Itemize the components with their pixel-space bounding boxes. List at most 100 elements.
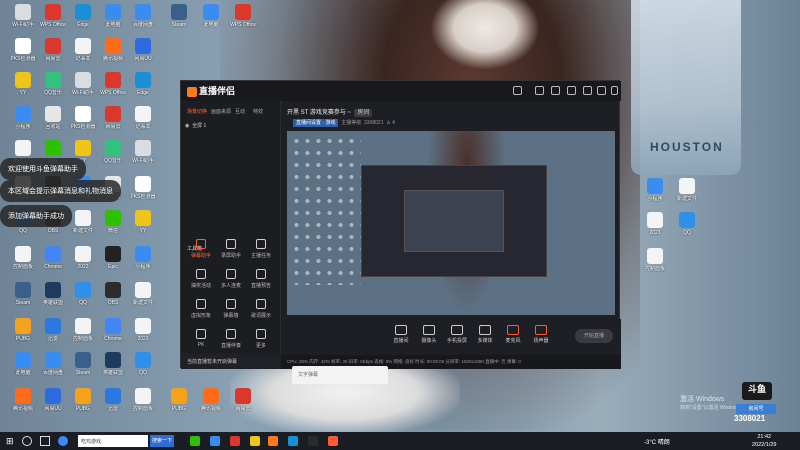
desktop-icon[interactable]: 2023 (640, 212, 670, 236)
browser-icon[interactable] (58, 436, 68, 446)
avatar-icon[interactable] (513, 86, 522, 95)
taskbar-app-icon[interactable] (250, 436, 260, 446)
desktop-icon[interactable]: 小程序 (128, 246, 158, 270)
desktop-icon[interactable]: 控制面板 (8, 246, 38, 270)
tool-item[interactable]: 歌词展示 (249, 299, 273, 319)
tool-item[interactable]: 抽奖活动 (189, 269, 213, 289)
desktop-icon[interactable]: 记事本 (68, 38, 98, 62)
maximize-icon[interactable] (597, 86, 606, 95)
desktop-icon[interactable]: QQ (672, 212, 702, 236)
settings-icon[interactable] (551, 86, 560, 95)
desktop-icon[interactable]: 2023 (68, 246, 98, 270)
desktop-icon[interactable]: 新建文件 (128, 282, 158, 306)
desktop-icon[interactable]: QQ音乐 (38, 72, 68, 96)
desktop-icon[interactable]: 网易云 (98, 106, 128, 130)
desktop-icon[interactable]: Wi-Fi助手 (68, 72, 98, 96)
control-button[interactable]: 直播间 (387, 325, 415, 344)
control-button[interactable]: 扬声器 (527, 325, 555, 344)
tool-item[interactable]: 更多 (249, 329, 273, 349)
desktop-icon[interactable]: 百度网盘 (38, 352, 68, 376)
desktop-icon[interactable]: 2023 (128, 318, 158, 342)
room-title[interactable]: 开黑 ST 游戏竞赛参与 ~ 房间 (287, 107, 373, 117)
desktop-icon[interactable]: QQ音乐 (98, 140, 128, 164)
taskbar-app-icon[interactable] (268, 436, 278, 446)
desktop-icon[interactable]: PUBG (8, 318, 38, 342)
desktop-icon[interactable]: PKS检测器 (128, 176, 158, 200)
control-button[interactable]: 摄像头 (415, 325, 443, 344)
desktop-icon[interactable]: OBS (98, 282, 128, 306)
desktop-icon[interactable]: 网易云 (38, 38, 68, 62)
tab-source[interactable]: 画面来源 (211, 108, 231, 115)
desktop-icon[interactable]: Steam (8, 282, 38, 306)
tab-effects[interactable]: 特效 (253, 108, 263, 115)
desktop-icon[interactable]: 此电脑 (98, 4, 128, 28)
taskbar-search-input[interactable]: 吃鸡游戏 (78, 435, 148, 447)
mail-icon[interactable] (535, 86, 544, 95)
taskbar-search-button[interactable]: 搜索一下 (150, 435, 174, 447)
tool-item[interactable]: PK (189, 329, 213, 348)
desktop-icon[interactable]: 回收站 (38, 106, 68, 130)
desktop-icon[interactable]: 迅雷 (38, 318, 68, 342)
desktop-icon[interactable]: 控制面板 (128, 388, 158, 412)
desktop-icon[interactable]: 网易云 (228, 388, 258, 412)
desktop-icon[interactable]: 百度网盘 (128, 4, 158, 28)
start-button[interactable]: ⊞ (6, 436, 16, 446)
task-view-icon[interactable] (40, 436, 50, 446)
notification-toast[interactable]: 添加弹幕助手成功 (0, 205, 72, 227)
desktop-icon[interactable]: PKS检测器 (8, 38, 38, 62)
desktop-icon[interactable]: YY (128, 210, 158, 234)
desktop-icon[interactable]: Epic (98, 246, 128, 270)
desktop-icon[interactable]: 此电脑 (8, 352, 38, 376)
search-icon[interactable] (22, 436, 32, 446)
tab-interact[interactable]: 互动 (235, 108, 245, 115)
desktop-icon[interactable]: 控制面板 (68, 318, 98, 342)
desktop-icon[interactable]: YY (8, 72, 38, 96)
scene-item[interactable]: ◉ 全屏 1 (185, 122, 206, 129)
tool-item[interactable]: 多人连麦 (219, 269, 243, 289)
desktop-icon[interactable]: WPS Office (228, 4, 258, 28)
desktop-icon[interactable]: WPS Office (98, 72, 128, 96)
tool-item[interactable]: 弹幕墙 (219, 299, 243, 319)
desktop-icon[interactable]: 记事本 (128, 106, 158, 130)
tool-item[interactable]: 虚拟形象 (189, 299, 213, 319)
desktop-icon[interactable]: 网易UU (128, 38, 158, 62)
desktop-icon[interactable]: Edge (68, 4, 98, 28)
tool-item[interactable]: 录屏助手 (219, 239, 243, 259)
desktop-icon[interactable]: PKS检测器 (68, 106, 98, 130)
desktop-icon[interactable]: 腾讯视频 (196, 388, 226, 412)
taskbar-app-icon[interactable] (230, 436, 240, 446)
desktop-icon[interactable]: 新建文件 (68, 210, 98, 234)
desktop-icon[interactable]: WPS Office (38, 4, 68, 28)
taskbar-app-icon[interactable] (190, 436, 200, 446)
menu-icon[interactable] (567, 86, 576, 95)
desktop-icon[interactable]: 腾讯视频 (98, 38, 128, 62)
desktop-icon[interactable]: 新建文件 (672, 178, 702, 202)
desktop-icon[interactable]: 网易UU (38, 388, 68, 412)
desktop-icon[interactable]: Edge (128, 72, 158, 96)
taskbar-app-icon[interactable] (210, 436, 220, 446)
tool-item[interactable]: 主播任务 (249, 239, 273, 259)
minimize-icon[interactable] (583, 86, 592, 95)
desktop-icon[interactable]: Wi-Fi助手 (128, 140, 158, 164)
desktop-icon[interactable]: 微信 (98, 210, 128, 234)
desktop-icon[interactable]: Chrome (38, 246, 68, 270)
control-button[interactable]: 手机投屏 (443, 325, 471, 344)
clock[interactable]: 21:42 2022/1/29 (752, 433, 776, 449)
tool-item[interactable]: 弹幕助手 (189, 239, 213, 259)
desktop-icon[interactable]: 小程序 (8, 106, 38, 130)
control-button[interactable]: 多媒体 (471, 325, 499, 344)
taskbar-app-icon[interactable] (328, 436, 338, 446)
close-icon[interactable] (611, 86, 618, 95)
control-button[interactable]: 麦克风 (499, 325, 527, 344)
danmaku-input[interactable]: 文字弹幕 (292, 366, 388, 384)
tool-item[interactable]: 直播预告 (249, 269, 273, 289)
desktop-icon[interactable]: PUBG (164, 388, 194, 412)
desktop-icon[interactable]: Wi-Fi助手 (8, 4, 38, 28)
desktop-icon[interactable]: 小程序 (640, 178, 670, 202)
desktop-icon[interactable]: 此电脑 (196, 4, 226, 28)
taskbar-app-icon[interactable] (288, 436, 298, 446)
room-settings-link[interactable]: 直播间设置 · 游戏 (293, 119, 339, 127)
desktop-icon[interactable]: 腾讯视频 (8, 388, 38, 412)
desktop-icon[interactable]: 英雄联盟 (98, 352, 128, 376)
notification-toast[interactable]: 欢迎使用斗鱼弹幕助手 (0, 158, 86, 180)
